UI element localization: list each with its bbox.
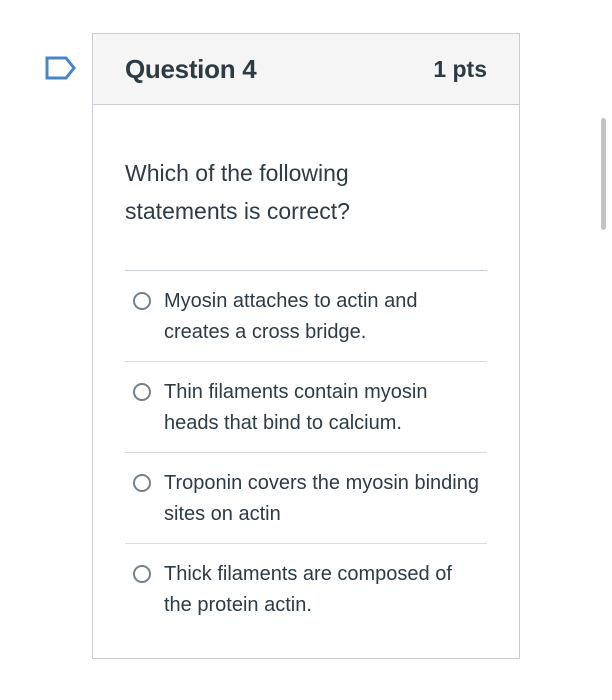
answer-option[interactable]: Myosin attaches to actin and creates a c… [125, 271, 487, 362]
question-card: Question 4 1 pts Which of the following … [92, 33, 520, 659]
answer-label: Thick filaments are composed of the prot… [164, 563, 452, 616]
answer-option[interactable]: Thin filaments contain myosin heads that… [125, 362, 487, 453]
question-header: Question 4 1 pts [93, 34, 519, 105]
vertical-scrollbar[interactable] [601, 118, 606, 230]
question-points: 1 pts [433, 55, 487, 82]
radio-button-icon[interactable] [133, 383, 151, 401]
answer-label: Myosin attaches to actin and creates a c… [164, 290, 418, 343]
question-title: Question 4 [125, 53, 257, 84]
radio-button-icon[interactable] [133, 565, 151, 583]
radio-button-icon[interactable] [133, 292, 151, 310]
answer-list: Myosin attaches to actin and creates a c… [125, 270, 487, 635]
answer-option[interactable]: Thick filaments are composed of the prot… [125, 544, 487, 635]
answer-label: Thin filaments contain myosin heads that… [164, 381, 428, 434]
question-body: Which of the following statements is cor… [93, 154, 519, 635]
answer-label: Troponin covers the myosin binding sites… [164, 472, 479, 525]
radio-button-icon[interactable] [133, 474, 151, 492]
question-text: Which of the following statements is cor… [125, 160, 350, 224]
quiz-page: Question 4 1 pts Which of the following … [0, 0, 612, 700]
flag-question-icon[interactable] [44, 55, 78, 83]
answer-option[interactable]: Troponin covers the myosin binding sites… [125, 453, 487, 544]
